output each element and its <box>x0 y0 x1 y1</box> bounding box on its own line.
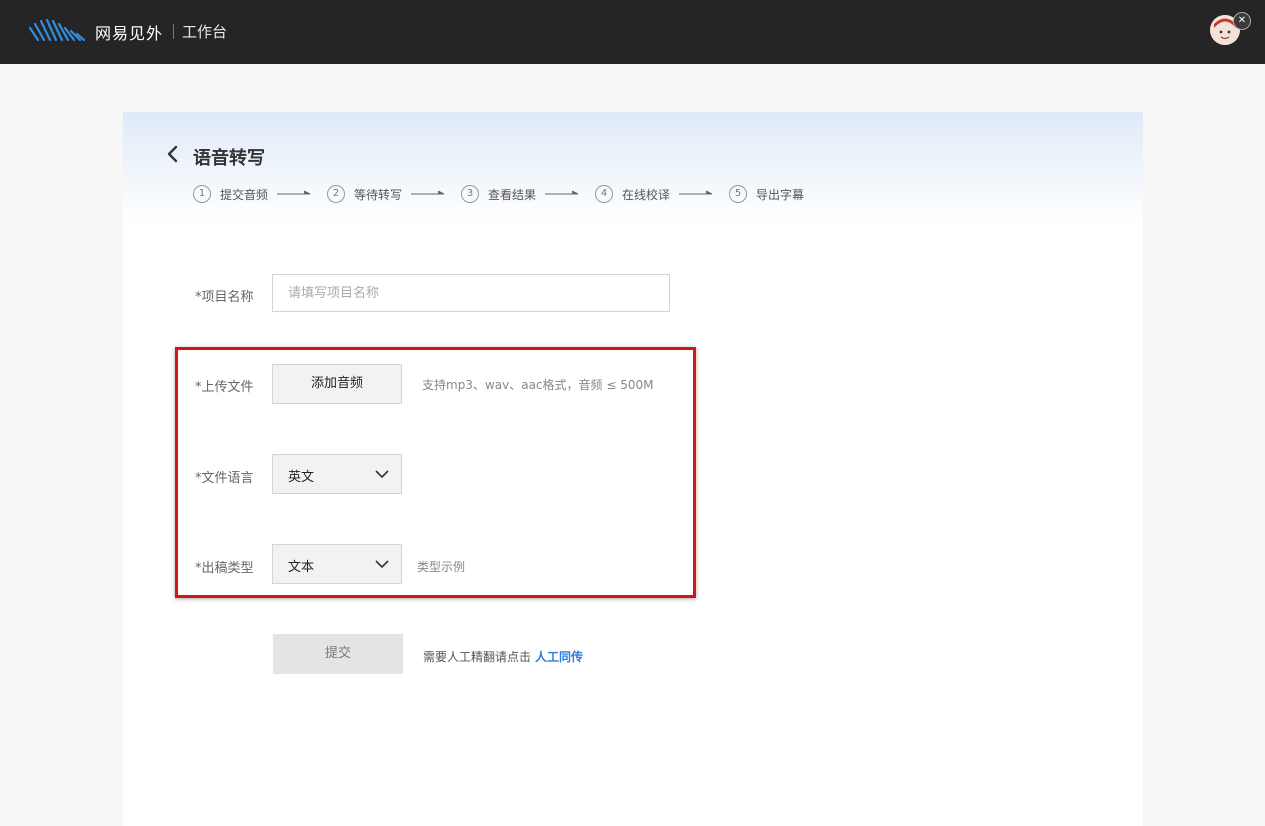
card-header <box>123 112 1143 224</box>
screenshot-badge-icon[interactable]: ✕ <box>1233 12 1251 30</box>
file-language-value: 英文 <box>288 470 315 485</box>
step-label: 导出字幕 <box>756 187 805 202</box>
brand-name: 网易见外 <box>95 24 164 43</box>
chevron-down-icon <box>375 560 389 569</box>
step-arrow-icon <box>679 190 713 195</box>
output-type-value: 文本 <box>288 560 315 575</box>
step-number: 5 <box>729 185 747 203</box>
logo-icon <box>28 18 86 42</box>
page-title: 语音转写 <box>193 148 265 169</box>
manual-translation-note: 需要人工精翻请点击 人工同传 <box>423 648 583 665</box>
step-label: 在线校译 <box>622 187 671 202</box>
chevron-down-icon <box>375 470 389 479</box>
upload-format-hint: 支持mp3、wav、aac格式，音频 ≤ 500M <box>422 378 654 392</box>
output-type-label: *出稿类型 <box>195 561 254 576</box>
manual-note-text: 需要人工精翻请点击 <box>423 650 532 664</box>
back-arrow-icon[interactable] <box>163 144 183 164</box>
step-2: 2 等待转写 <box>327 185 402 203</box>
project-name-input[interactable] <box>272 274 670 312</box>
manual-interpretation-link[interactable]: 人工同传 <box>535 650 583 664</box>
step-number: 1 <box>193 185 211 203</box>
type-example-link[interactable]: 类型示例 <box>417 558 465 575</box>
upload-file-label: *上传文件 <box>195 380 254 395</box>
workspace-label: 工作台 <box>182 23 228 41</box>
submit-button[interactable]: 提交 <box>273 634 403 674</box>
file-language-label: *文件语言 <box>195 471 254 486</box>
step-arrow-icon <box>545 190 579 195</box>
step-label: 查看结果 <box>488 187 537 202</box>
step-3: 3 查看结果 <box>461 185 536 203</box>
project-name-label: *项目名称 <box>195 290 254 305</box>
brand-divider <box>173 24 174 39</box>
output-type-select[interactable]: 文本 <box>272 544 402 584</box>
step-label: 等待转写 <box>354 187 403 202</box>
step-number: 3 <box>461 185 479 203</box>
step-1: 1 提交音频 <box>193 185 268 203</box>
step-4: 4 在线校译 <box>595 185 670 203</box>
step-label: 提交音频 <box>220 187 269 202</box>
main-card: 语音转写 1 提交音频 2 等待转写 3 查看结果 4 在线校译 5 导出字幕 … <box>123 112 1143 826</box>
top-bar: 网易见外 工作台 ✕ <box>0 0 1265 64</box>
step-arrow-icon <box>277 190 311 195</box>
step-5: 5 导出字幕 <box>729 185 804 203</box>
step-arrow-icon <box>411 190 445 195</box>
step-number: 4 <box>595 185 613 203</box>
file-language-select[interactable]: 英文 <box>272 454 402 494</box>
add-audio-button[interactable]: 添加音频 <box>272 364 402 404</box>
step-number: 2 <box>327 185 345 203</box>
